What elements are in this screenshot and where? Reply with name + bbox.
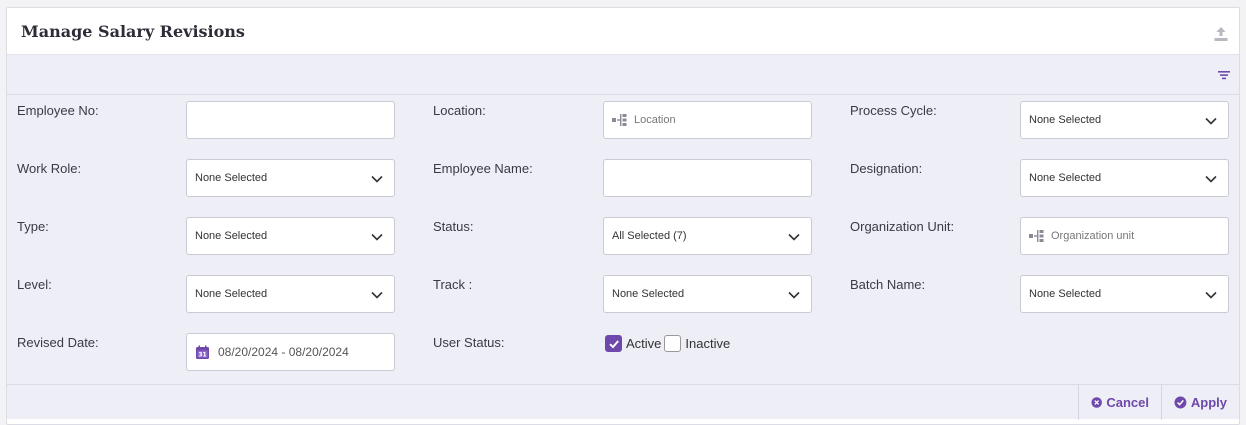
organization-unit-label: Organization Unit: xyxy=(850,219,955,234)
work-role-value: None Selected xyxy=(195,172,268,184)
work-role-label: Work Role: xyxy=(17,161,82,176)
calendar-icon: 31 xyxy=(196,345,209,359)
cancel-button-label: Cancel xyxy=(1106,395,1149,410)
location-placeholder: Location xyxy=(634,114,676,126)
chevron-down-icon xyxy=(371,175,383,183)
filter-row: Employee No: Location: Location Process … xyxy=(7,95,1239,153)
work-role-select[interactable]: None Selected xyxy=(186,159,395,197)
apply-button[interactable]: Apply xyxy=(1161,385,1239,420)
employee-no-input[interactable] xyxy=(186,101,395,139)
chevron-down-icon xyxy=(1205,291,1217,299)
level-select[interactable]: None Selected xyxy=(186,275,395,313)
filter-row: Revised Date: 31 08/20/2024 - 08/20/2024… xyxy=(7,327,1239,385)
batch-name-label: Batch Name: xyxy=(850,277,926,292)
revised-date-label: Revised Date: xyxy=(17,335,99,350)
apply-button-label: Apply xyxy=(1190,395,1227,410)
type-label: Type: xyxy=(17,219,49,234)
employee-name-label: Employee Name: xyxy=(433,161,533,176)
active-checkbox[interactable] xyxy=(605,335,622,352)
panel-header: Manage Salary Revisions xyxy=(7,8,1239,55)
close-circle-icon xyxy=(1091,397,1102,408)
status-value: All Selected (7) xyxy=(612,230,687,242)
track-select[interactable]: None Selected xyxy=(603,275,812,313)
filter-grid: Employee No: Location: Location Process … xyxy=(7,95,1239,385)
filter-row: Level: None Selected Track : None Select… xyxy=(7,269,1239,327)
status-label: Status: xyxy=(433,219,474,234)
chevron-down-icon xyxy=(788,291,800,299)
salary-revisions-panel: Manage Salary Revisions Employee No: Loc… xyxy=(6,7,1240,425)
revised-date-picker[interactable]: 31 08/20/2024 - 08/20/2024 xyxy=(186,333,395,371)
level-label: Level: xyxy=(17,277,52,292)
process-cycle-value: None Selected xyxy=(1029,114,1102,126)
chevron-down-icon xyxy=(371,291,383,299)
filter-footer: Cancel Apply xyxy=(7,384,1239,420)
chevron-down-icon xyxy=(371,233,383,241)
type-value: None Selected xyxy=(195,230,268,242)
location-label: Location: xyxy=(433,103,486,118)
cancel-button[interactable]: Cancel xyxy=(1078,385,1161,420)
designation-label: Designation: xyxy=(850,161,923,176)
user-status-label: User Status: xyxy=(433,335,505,350)
hierarchy-icon xyxy=(1029,230,1044,242)
designation-select[interactable]: None Selected xyxy=(1020,159,1229,197)
organization-unit-picker[interactable]: Organization unit xyxy=(1020,217,1229,255)
user-status-options: Active Inactive xyxy=(605,335,733,352)
type-select[interactable]: None Selected xyxy=(186,217,395,255)
process-cycle-label: Process Cycle: xyxy=(850,103,937,118)
active-checkbox-label[interactable]: Active xyxy=(626,336,661,351)
level-value: None Selected xyxy=(195,288,268,300)
upload-button[interactable] xyxy=(1213,26,1229,42)
filter-icon xyxy=(1218,71,1230,80)
svg-text:31: 31 xyxy=(198,351,206,358)
page-title: Manage Salary Revisions xyxy=(21,22,245,41)
track-label: Track : xyxy=(433,277,473,292)
process-cycle-select[interactable]: None Selected xyxy=(1020,101,1229,139)
filter-toggle-button[interactable] xyxy=(1217,68,1231,82)
revised-date-value: 08/20/2024 - 08/20/2024 xyxy=(218,345,349,359)
chevron-down-icon xyxy=(788,233,800,241)
batch-name-value: None Selected xyxy=(1029,288,1102,300)
hierarchy-icon xyxy=(612,114,627,126)
location-picker[interactable]: Location xyxy=(603,101,812,139)
track-value: None Selected xyxy=(612,288,685,300)
check-circle-icon xyxy=(1174,396,1187,409)
inactive-checkbox-label[interactable]: Inactive xyxy=(685,336,730,351)
batch-name-select[interactable]: None Selected xyxy=(1020,275,1229,313)
upload-icon xyxy=(1214,27,1228,41)
checkmark-icon xyxy=(608,339,619,348)
designation-value: None Selected xyxy=(1029,172,1102,184)
filter-row: Type: None Selected Status: All Selected… xyxy=(7,211,1239,269)
filter-row: Work Role: None Selected Employee Name: … xyxy=(7,153,1239,211)
filter-section: Employee No: Location: Location Process … xyxy=(7,55,1239,420)
status-select[interactable]: All Selected (7) xyxy=(603,217,812,255)
chevron-down-icon xyxy=(1205,175,1217,183)
employee-name-input[interactable] xyxy=(603,159,812,197)
employee-no-label: Employee No: xyxy=(17,103,99,118)
organization-unit-placeholder: Organization unit xyxy=(1051,230,1135,242)
filter-bar xyxy=(7,55,1239,95)
inactive-checkbox[interactable] xyxy=(664,335,682,352)
chevron-down-icon xyxy=(1205,117,1217,125)
